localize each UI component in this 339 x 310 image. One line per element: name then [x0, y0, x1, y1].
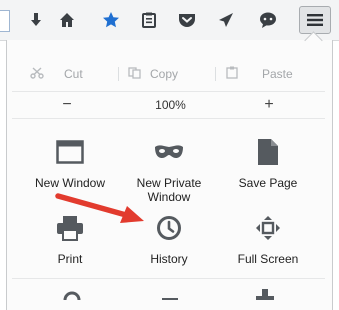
copy-icon [128, 66, 142, 82]
copy-label: Copy [150, 67, 179, 81]
star-icon [103, 12, 119, 28]
scissors-icon [30, 66, 44, 82]
tiles-divider [12, 278, 325, 279]
save-page-button[interactable]: Save Page [218, 132, 318, 190]
nav-toolbar [0, 0, 339, 41]
download-arrow-icon [31, 13, 41, 26]
home-button[interactable] [55, 8, 79, 32]
paste-label: Paste [262, 67, 293, 81]
hamburger-menu-icon [307, 14, 323, 26]
save-page-label: Save Page [238, 176, 298, 190]
full-screen-button[interactable]: Full Screen [218, 208, 318, 266]
window-icon [20, 132, 120, 172]
edit-separator [118, 67, 119, 81]
copy-button[interactable]: Copy [128, 61, 178, 87]
cut-button[interactable]: Cut [30, 61, 83, 87]
chat-button[interactable] [256, 8, 280, 32]
url-bar-edge[interactable] [0, 10, 10, 32]
new-private-window-label: New Private Window [136, 176, 202, 204]
zoom-divider [12, 118, 325, 119]
full-screen-label: Full Screen [237, 252, 299, 266]
bookmark-button[interactable] [99, 8, 123, 32]
new-window-button[interactable]: New Window [20, 132, 120, 190]
zoom-in-button[interactable]: + [254, 92, 284, 118]
page-icon [218, 132, 318, 172]
new-private-window-button[interactable]: New Private Window [119, 132, 219, 204]
mask-icon [119, 132, 219, 172]
zoom-out-button[interactable]: − [52, 92, 82, 118]
edit-controls: Cut Copy Paste [12, 61, 325, 87]
menu-button[interactable] [299, 6, 331, 34]
bookmarks-menu-button[interactable] [137, 8, 161, 32]
clock-icon [119, 208, 219, 248]
paste-button[interactable]: Paste [226, 61, 293, 87]
zoom-reset-button[interactable]: 100% [143, 92, 198, 118]
pocket-button[interactable] [175, 8, 199, 32]
fullscreen-icon [218, 208, 318, 248]
home-icon [60, 13, 74, 27]
chat-bubble-icon [260, 12, 276, 28]
pocket-icon [179, 14, 195, 27]
send-button[interactable] [214, 8, 238, 32]
history-label: History [150, 252, 188, 266]
new-window-label: New Window [34, 176, 106, 190]
edit-separator [215, 67, 216, 81]
clipboard-icon [142, 12, 156, 28]
send-arrow-icon [219, 13, 233, 27]
printer-icon [20, 208, 120, 248]
history-button[interactable]: History [119, 208, 219, 266]
downloads-button[interactable] [24, 8, 48, 32]
zoom-controls: − 100% + [12, 91, 325, 118]
print-label: Print [57, 252, 83, 266]
print-button[interactable]: Print [20, 208, 120, 266]
cut-label: Cut [64, 67, 83, 81]
paste-icon [226, 66, 238, 82]
